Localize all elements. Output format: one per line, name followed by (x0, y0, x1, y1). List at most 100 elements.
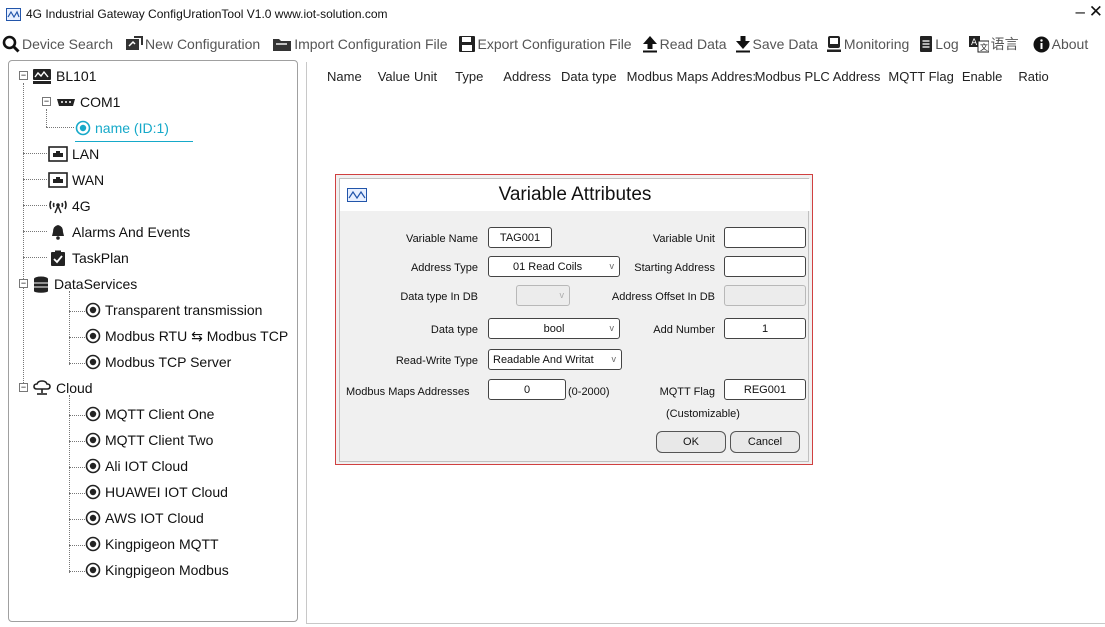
cancel-button[interactable]: Cancel (730, 431, 800, 453)
tree-node-com1[interactable]: COM1 (56, 91, 120, 113)
tree-node-huawei[interactable]: HUAWEI IOT Cloud (85, 481, 228, 503)
tree-connector (69, 395, 70, 573)
column-header[interactable]: Modbus PLC Address (755, 69, 889, 84)
new-configuration-button[interactable]: New Configuration (125, 36, 260, 52)
mqtt-flag-input[interactable]: REG001 (724, 379, 806, 400)
tree-node-4g[interactable]: 4G (48, 195, 91, 217)
tree-node-modbus-rtu-tcp[interactable]: Modbus RTU ⇆ Modbus TCP (85, 325, 288, 347)
column-header[interactable]: Address (503, 69, 561, 84)
tree-label-mqtt-two: MQTT Client Two (105, 432, 214, 448)
collapse-toggle-com1[interactable]: − (42, 97, 51, 106)
data-type-in-db-select[interactable]: v (516, 285, 570, 306)
variable-attributes-dialog: Variable Attributes Variable Name TAG001… (335, 174, 813, 465)
tree-label-alarms: Alarms And Events (72, 224, 191, 240)
column-header[interactable]: Unit (414, 69, 455, 84)
modbus-maps-range: (0-2000) (568, 386, 610, 398)
read-data-button[interactable]: Read Data (642, 35, 727, 53)
column-header[interactable]: Name (307, 69, 370, 84)
database-icon (34, 276, 48, 293)
tree-node-kp-modbus[interactable]: Kingpigeon Modbus (85, 559, 229, 581)
tree-node-mqtt-one[interactable]: MQTT Client One (85, 403, 214, 425)
tree-node-modbus-tcp-server[interactable]: Modbus TCP Server (85, 351, 231, 373)
tree-node-com1-device[interactable]: name (ID:1) (75, 117, 169, 139)
tree-node-transparent[interactable]: Transparent transmission (85, 299, 262, 321)
tree-node-taskplan[interactable]: TaskPlan (48, 247, 129, 269)
starting-address-label: Starting Address (634, 262, 715, 274)
tree-label-modbus-tcp-server: Modbus TCP Server (105, 354, 232, 370)
tree-node-kp-mqtt[interactable]: Kingpigeon MQTT (85, 533, 219, 555)
ok-button[interactable]: OK (656, 431, 726, 453)
add-number-input[interactable]: 1 (724, 318, 806, 339)
address-type-label: Address Type (410, 262, 478, 274)
toolbar: Device Search New Configuration Import C… (0, 30, 1105, 58)
data-type-label: Data type (430, 324, 478, 336)
tree-connector (69, 467, 85, 468)
import-configuration-label: Import Configuration File (294, 36, 448, 52)
log-label: Log (935, 36, 959, 52)
read-write-type-select[interactable]: Readable And Writat v (488, 349, 622, 370)
minimize-button[interactable]: – (1076, 2, 1085, 22)
tree-connector (69, 493, 85, 494)
customizable-note: (Customizable) (666, 408, 740, 420)
column-header[interactable]: Enable (962, 69, 1018, 84)
address-type-select[interactable]: 01 Read Coils v (488, 256, 620, 277)
tree-connector (23, 205, 47, 206)
column-header[interactable]: Modbus Maps Addres: (627, 69, 755, 84)
arrow-down-icon (735, 36, 750, 53)
arrow-up-icon (642, 36, 657, 53)
collapse-toggle-root[interactable]: − (19, 71, 28, 80)
mqtt-flag-label: MQTT Flag (659, 386, 715, 398)
save-data-button[interactable]: Save Data (735, 35, 818, 53)
data-type-select[interactable]: bool v (488, 318, 620, 339)
device-search-button[interactable]: Device Search (2, 35, 113, 53)
column-header[interactable]: MQTT Flag (888, 69, 962, 84)
service-node-icon (85, 302, 101, 318)
ok-label: OK (683, 436, 699, 448)
device-node-icon (75, 120, 91, 136)
tree-connector (69, 415, 85, 416)
tree-label-kp-modbus: Kingpigeon Modbus (105, 562, 229, 578)
cloud-network-icon (33, 379, 51, 395)
svg-text:文: 文 (980, 42, 988, 52)
tree-node-mqtt-two[interactable]: MQTT Client Two (85, 429, 213, 451)
starting-address-input[interactable] (724, 256, 806, 277)
language-button[interactable]: A 文 语言 (968, 34, 1019, 54)
tree-connector (23, 153, 47, 154)
antenna-icon (49, 200, 67, 214)
tree-node-aws[interactable]: AWS IOT Cloud (85, 507, 204, 529)
title-bar: 4G Industrial Gateway ConfigUrationTool … (0, 0, 1105, 28)
translate-icon: A 文 (968, 36, 989, 53)
device-tree-panel: − − − − BL101 COM1 name (ID:1) LAN WAN 4… (8, 60, 298, 622)
tree-connector (69, 519, 85, 520)
import-configuration-button[interactable]: Import Configuration File (272, 36, 448, 52)
column-header[interactable]: Data type (561, 69, 627, 84)
address-offset-input[interactable] (724, 285, 806, 306)
collapse-toggle-cloud[interactable]: − (19, 383, 28, 392)
close-button[interactable]: ✕ (1089, 2, 1103, 22)
modbus-maps-input[interactable]: 0 (488, 379, 566, 400)
address-type-value: 01 Read Coils (513, 260, 583, 273)
tree-node-lan[interactable]: LAN (48, 143, 99, 165)
export-configuration-button[interactable]: Export Configuration File (458, 35, 632, 53)
tree-node-alarms[interactable]: Alarms And Events (48, 221, 190, 243)
gateway-app-icon (6, 7, 21, 21)
about-button[interactable]: About (1033, 36, 1088, 53)
read-write-type-label: Read-Write Type (395, 355, 478, 367)
log-button[interactable]: Log (919, 35, 959, 53)
column-header[interactable]: Ratio (1018, 69, 1048, 84)
column-header[interactable]: Type (455, 69, 503, 84)
variable-unit-input[interactable] (724, 227, 806, 248)
variable-name-input[interactable]: TAG001 (488, 227, 552, 248)
tree-node-cloud[interactable]: Cloud (32, 377, 93, 399)
column-header[interactable]: Value (370, 69, 414, 84)
collapse-toggle-dataservices[interactable]: − (19, 279, 28, 288)
magnifier-icon (2, 35, 20, 53)
tree-node-dataservices[interactable]: DataServices (32, 273, 137, 295)
tree-node-root[interactable]: BL101 (32, 65, 96, 87)
tree-node-wan[interactable]: WAN (48, 169, 104, 191)
service-node-icon (85, 328, 101, 344)
tree-connector (69, 441, 85, 442)
tree-node-ali[interactable]: Ali IOT Cloud (85, 455, 188, 477)
tree-label-modbus-rtu-tcp: Modbus RTU ⇆ Modbus TCP (105, 327, 289, 344)
monitoring-button[interactable]: Monitoring (826, 35, 909, 53)
